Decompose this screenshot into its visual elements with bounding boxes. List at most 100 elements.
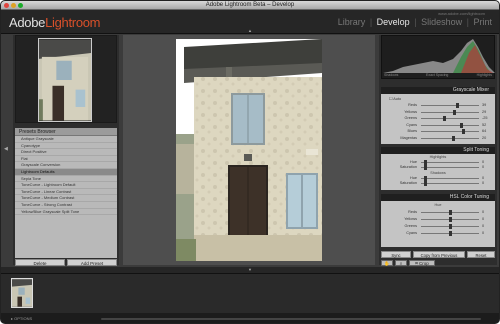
slider-thumb[interactable] bbox=[453, 109, 457, 115]
options-menu[interactable]: ▸ OPTIONS bbox=[11, 316, 32, 321]
slider-track[interactable] bbox=[421, 162, 479, 163]
presets-browser-title[interactable]: Presets Browser bbox=[15, 128, 117, 136]
slider-thumb[interactable] bbox=[423, 181, 427, 186]
preset-item[interactable]: Grayscale Conversion bbox=[15, 162, 117, 169]
slider-thumb[interactable] bbox=[443, 116, 447, 121]
module-library[interactable]: Library bbox=[338, 17, 366, 27]
slider-row: Reds 0 bbox=[381, 210, 495, 215]
slider-thumb[interactable] bbox=[449, 231, 452, 236]
shadows-label: Shadows bbox=[430, 171, 446, 175]
tool-strip: ✋ ⌕ ⌗ Crop bbox=[381, 260, 495, 266]
slider-label: Cyans bbox=[406, 122, 417, 127]
slider-row: Greens 0 bbox=[381, 224, 495, 229]
reset-button[interactable]: Reset bbox=[467, 251, 495, 258]
filmstrip-toggle-icon[interactable]: ▼ bbox=[248, 267, 252, 272]
histogram-right-label: Highlights bbox=[476, 73, 492, 77]
slider-track[interactable] bbox=[421, 124, 479, 126]
top-panel-toggle-icon[interactable]: ▲ bbox=[248, 28, 252, 33]
slider-thumb[interactable] bbox=[451, 135, 455, 141]
filmstrip bbox=[1, 273, 499, 313]
add-preset-button[interactable]: Add Preset bbox=[67, 259, 117, 266]
preset-item[interactable]: Sepia Tone bbox=[15, 176, 117, 183]
slider-track[interactable] bbox=[421, 137, 479, 139]
hand-tool-icon[interactable]: ✋ bbox=[381, 260, 393, 266]
preset-item[interactable]: Cyanotype bbox=[15, 143, 117, 150]
crop-tool-button[interactable]: ⌗ Crop bbox=[409, 260, 435, 266]
module-develop[interactable]: Develop bbox=[377, 17, 410, 27]
module-slideshow[interactable]: Slideshow bbox=[421, 17, 462, 27]
preset-item[interactable]: ToneCurve - Medium Contrast bbox=[15, 195, 117, 202]
presets-browser: Presets Browser Antique Grayscale Cyanoty… bbox=[15, 128, 117, 258]
highlights-label: Highlights bbox=[429, 155, 447, 159]
module-picker: Library | Develop | Slideshow | Print bbox=[337, 17, 493, 27]
module-separator: | bbox=[466, 17, 469, 27]
preset-item[interactable]: Lightroom Defaults bbox=[15, 168, 117, 176]
copy-from-previous-button[interactable]: Copy from Previous bbox=[413, 251, 465, 258]
image-canvas bbox=[123, 35, 375, 265]
slider-value: 64 bbox=[482, 129, 487, 133]
right-panel: Shadows Exact Spacing Highlights Graysca… bbox=[379, 35, 497, 266]
window-title: Adobe Lightroom Beta – Develop bbox=[205, 2, 295, 8]
grayscale-mixer-header[interactable]: Grayscale Mixer bbox=[381, 87, 495, 94]
slider-value: 0 bbox=[482, 181, 485, 185]
slider-value: 29 bbox=[482, 109, 487, 114]
navigator-thumbnail[interactable] bbox=[38, 38, 92, 122]
left-panel: Presets Browser Antique Grayscale Cyanoty… bbox=[13, 35, 119, 266]
identity-plate: www.adobe.com/lightroom bbox=[438, 11, 485, 16]
app-window: Adobe Lightroom Beta – Develop AdobeLigh… bbox=[0, 0, 500, 324]
preset-buttons: Delete Add Preset bbox=[15, 259, 117, 266]
slider-thumb[interactable] bbox=[460, 122, 464, 128]
slider-value: 20 bbox=[482, 135, 487, 140]
preset-item[interactable]: Direct Positive bbox=[15, 149, 117, 156]
preset-item[interactable]: ToneCurve - Strong Contrast bbox=[15, 202, 117, 209]
zoom-tool-icon[interactable]: ⌕ bbox=[395, 260, 407, 266]
slider-track[interactable] bbox=[421, 111, 479, 113]
hsl-section-label: Hue bbox=[434, 203, 442, 207]
slider-row: Yellows 0 bbox=[381, 217, 495, 222]
app-logo: AdobeLightroom bbox=[9, 15, 101, 30]
slider-track[interactable] bbox=[421, 131, 479, 132]
slider-track[interactable] bbox=[421, 167, 479, 168]
slider-thumb[interactable] bbox=[462, 129, 466, 134]
split-toning-header[interactable]: Split Toning bbox=[381, 147, 495, 154]
slider-track[interactable] bbox=[421, 118, 479, 119]
slider-track[interactable] bbox=[421, 178, 479, 179]
module-print[interactable]: Print bbox=[473, 17, 492, 27]
left-panel-toggle-icon[interactable]: ◀ bbox=[4, 146, 8, 152]
slider-thumb[interactable] bbox=[449, 210, 452, 215]
slider-value: 0 bbox=[482, 165, 485, 169]
filmstrip-thumbnail[interactable] bbox=[11, 278, 33, 308]
slider-row: Reds 39 bbox=[381, 103, 495, 108]
slider-thumb[interactable] bbox=[449, 217, 452, 222]
slider-value: 39 bbox=[482, 103, 487, 107]
module-separator: | bbox=[369, 17, 373, 27]
slider-thumb[interactable] bbox=[449, 224, 452, 229]
slider-label: Saturation bbox=[399, 165, 417, 169]
slider-label: Reds bbox=[408, 210, 417, 214]
main-photo[interactable] bbox=[176, 39, 322, 261]
preset-item[interactable]: Antique Grayscale bbox=[15, 136, 117, 143]
slider-track[interactable] bbox=[421, 105, 479, 106]
histogram: Shadows Exact Spacing Highlights bbox=[381, 35, 495, 79]
preset-item[interactable]: Flat bbox=[15, 156, 117, 163]
title-bar: Adobe Lightroom Beta – Develop bbox=[1, 1, 499, 10]
slider-row: Cyans 52 bbox=[381, 122, 495, 128]
preset-item[interactable]: ToneCurve - Linear Contrast bbox=[15, 189, 117, 196]
slider-row: Yellows 29 bbox=[381, 109, 495, 115]
hsl-header[interactable]: HSL Color Tuning bbox=[381, 194, 495, 201]
slider-label: Blues bbox=[407, 129, 418, 133]
module-separator: | bbox=[414, 17, 417, 27]
auto-checkbox[interactable]: ☐ Auto bbox=[389, 96, 401, 101]
slider-label: Yellows bbox=[404, 109, 417, 114]
slider-row: Magentas 20 bbox=[381, 135, 495, 141]
slider-label: Yellows bbox=[404, 217, 417, 221]
slider-row: Blues 64 bbox=[381, 129, 495, 134]
preset-item[interactable]: Yellow/Blue Grayscale Split Tone bbox=[15, 209, 117, 216]
slider-track[interactable] bbox=[421, 183, 479, 184]
preset-item[interactable]: ToneCurve - Lightroom Default bbox=[15, 182, 117, 189]
slider-thumb[interactable] bbox=[423, 165, 427, 170]
delete-preset-button[interactable]: Delete bbox=[15, 259, 65, 266]
sync-button[interactable]: Sync bbox=[381, 251, 411, 258]
slider-thumb[interactable] bbox=[455, 103, 459, 108]
filmstrip-scrollbar[interactable] bbox=[101, 318, 481, 320]
